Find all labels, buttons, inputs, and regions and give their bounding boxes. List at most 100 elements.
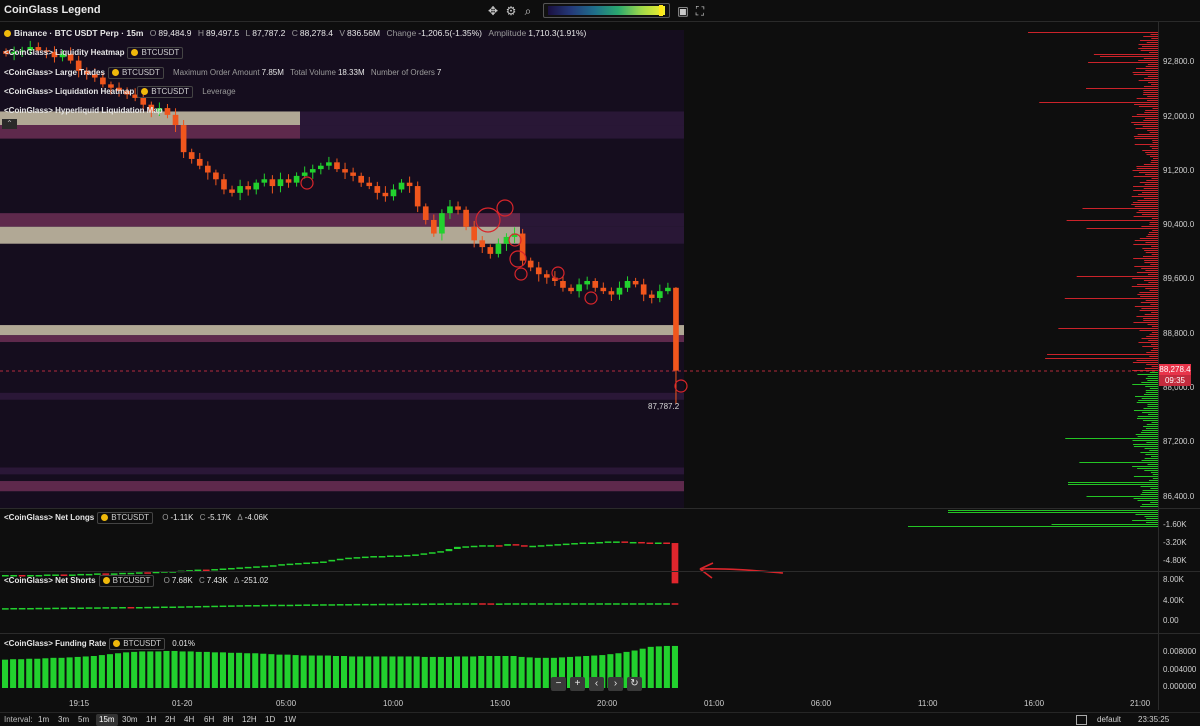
gear-icon[interactable]: ⚙ <box>503 3 519 19</box>
depth-bar <box>1149 372 1158 373</box>
legend-net-shorts[interactable]: <CoinGlass> Net Shorts BTCUSDT O 7.68K C 7.… <box>4 574 268 587</box>
indicator-bar <box>395 555 403 557</box>
legend-liquidation-heatmap[interactable]: <CoinGlass> Liquidation Heatmap BTCUSDT L… <box>4 85 236 98</box>
candle-body <box>301 172 308 176</box>
depth-bar <box>1028 32 1158 33</box>
depth-bar <box>1140 40 1158 41</box>
interval-1m[interactable]: 1m <box>35 714 52 726</box>
symbol-pill[interactable]: BTCUSDT <box>98 575 155 587</box>
heatmap-band <box>0 467 684 475</box>
indicator-bar <box>345 557 352 560</box>
depth-bar <box>1148 414 1158 415</box>
depth-bar <box>1145 270 1158 271</box>
symbol-pill[interactable]: BTCUSDT <box>97 512 154 524</box>
crosshair-icon[interactable]: ✥ <box>485 3 501 19</box>
heatmap-color-scale-slider[interactable] <box>543 3 670 18</box>
interval-15m[interactable]: 15m <box>96 714 118 726</box>
indicator-bar <box>462 546 470 548</box>
funding-tick: 0.004000 <box>1163 665 1197 674</box>
legend-main-series[interactable]: Binance · BTC USDT Perp · 15m O 89,484.9 … <box>4 27 586 40</box>
interval-5m[interactable]: 5m <box>75 714 92 726</box>
frame-icon[interactable]: ⛶ <box>692 3 708 19</box>
indicator-bar <box>512 544 520 546</box>
depth-bar <box>1140 432 1158 433</box>
indicator-bar <box>387 555 394 557</box>
interval-6h[interactable]: 6H <box>201 714 217 726</box>
pane-separator-main[interactable] <box>0 508 1200 509</box>
depth-bar <box>1145 252 1158 253</box>
binance-logo-icon <box>131 49 139 56</box>
candle-body <box>269 179 276 187</box>
indicator-bar <box>504 603 511 605</box>
price-tick: 92,800.0 <box>1163 57 1195 66</box>
indicator-bar <box>470 603 478 605</box>
chart-canvas[interactable] <box>0 22 1200 710</box>
symbol-pill[interactable]: BTCUSDT <box>107 67 164 79</box>
depth-bar <box>1144 458 1158 459</box>
top-toolbar: CoinGlass Legend ✥ ⚙ ⌕ ▣ ⛶ <box>0 0 1200 22</box>
interval-1w[interactable]: 1W <box>281 714 299 726</box>
interval-8h[interactable]: 8H <box>220 714 236 726</box>
depth-bar <box>1146 364 1158 365</box>
legend-liquidity-heatmap[interactable]: <CoinGlass> Liquidity Heatmap BTCUSDT <box>4 46 186 59</box>
symbol-pill[interactable]: BTCUSDT <box>109 638 166 650</box>
funding-bar <box>74 656 81 688</box>
candle-body <box>180 125 187 153</box>
interval-3m[interactable]: 3m <box>55 714 72 726</box>
net-shorts-series <box>2 603 679 610</box>
interval-30m[interactable]: 30m <box>119 714 141 726</box>
candle-body <box>366 182 373 187</box>
interval-2h[interactable]: 2H <box>162 714 178 726</box>
time-tick: 16:00 <box>1024 699 1045 708</box>
funding-bar <box>292 655 299 688</box>
symbol-pill[interactable]: BTCUSDT <box>137 86 194 98</box>
depth-bar <box>1143 92 1158 93</box>
zoom-in-button[interactable]: + <box>570 677 585 691</box>
depth-bar <box>1147 100 1158 101</box>
indicator-bar <box>35 607 43 610</box>
pane-separator-longs[interactable] <box>0 571 1200 572</box>
zoom-out-button[interactable]: − <box>551 677 566 691</box>
screen-icon[interactable] <box>1076 715 1087 725</box>
indicator-bar <box>336 604 344 606</box>
reset-chart-button[interactable]: ↻ <box>627 677 642 691</box>
image-icon[interactable]: ▣ <box>675 3 691 19</box>
symbol-pill[interactable]: BTCUSDT <box>127 47 184 59</box>
legend-large-trades[interactable]: <CoinGlass> Large Trades BTCUSDT Maximum … <box>4 66 441 79</box>
legend-collapse-toggle[interactable]: ⌃ <box>2 119 17 129</box>
depth-bar <box>1143 198 1158 199</box>
depth-bar <box>1086 228 1158 229</box>
interval-4h[interactable]: 4H <box>181 714 197 726</box>
scheme-label[interactable]: default <box>1097 713 1121 726</box>
legend-hyperliquid-map[interactable]: <CoinGlass> Hyperliquid Liquidation Map <box>4 104 163 117</box>
legend-net-longs[interactable]: <CoinGlass> Net Longs BTCUSDT O -1.11K C -5… <box>4 511 268 524</box>
pane-separator-shorts[interactable] <box>0 633 1200 634</box>
interval-1h[interactable]: 1H <box>143 714 159 726</box>
legend-funding-rate[interactable]: <CoinGlass> Funding Rate BTCUSDT 0.01% <box>4 637 195 650</box>
depth-bar <box>1142 346 1158 347</box>
indicator-bar <box>428 552 436 554</box>
depth-bar <box>1146 352 1158 353</box>
scroll-left-button[interactable]: ‹ <box>589 677 604 691</box>
interval-1d[interactable]: 1D <box>262 714 278 726</box>
depth-bar <box>1150 34 1158 35</box>
indicator-bar <box>345 604 352 606</box>
interval-12h[interactable]: 12H <box>239 714 260 726</box>
indicator-bar <box>361 603 369 606</box>
indicator-bar <box>119 607 126 609</box>
depth-bar <box>1132 72 1158 73</box>
scroll-right-button[interactable]: › <box>608 677 623 691</box>
indicator-bar <box>629 541 637 544</box>
depth-bar <box>948 512 1158 513</box>
indicator-bar <box>613 541 620 543</box>
indicator-bar <box>286 563 294 566</box>
candle-body <box>261 179 268 183</box>
indicator-bar <box>253 605 260 607</box>
session-low-label: 87,787.2 <box>648 402 680 411</box>
search-icon[interactable]: ⌕ <box>520 3 536 19</box>
funding-tick: 0.000000 <box>1163 682 1197 691</box>
indicator-bar <box>353 603 361 606</box>
color-scale-handle[interactable] <box>659 5 663 16</box>
depth-bar <box>1076 276 1158 277</box>
indicator-bar <box>596 603 603 605</box>
